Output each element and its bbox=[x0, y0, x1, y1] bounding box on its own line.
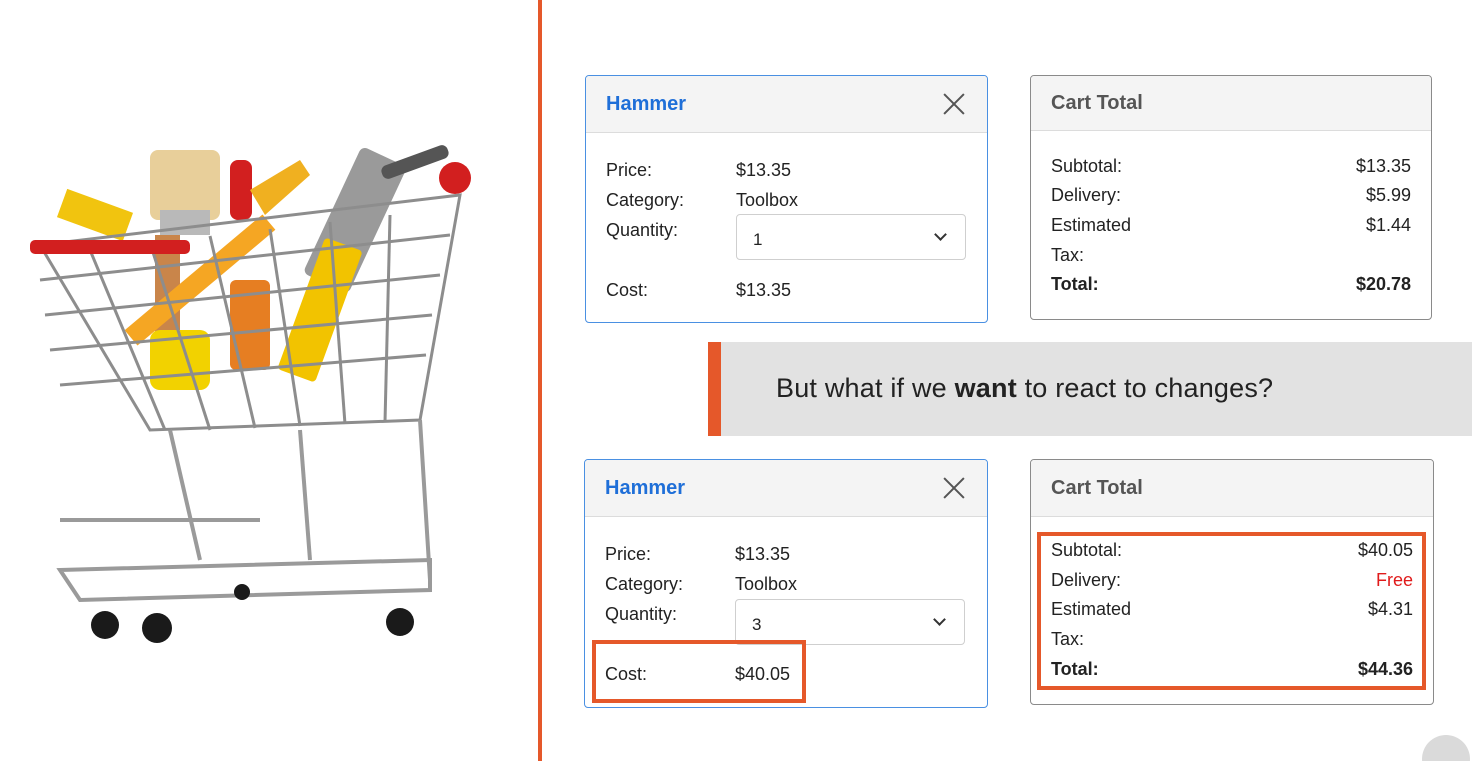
tax-row: Estimated $1.44 bbox=[1051, 215, 1411, 236]
cart-handle-icon bbox=[30, 240, 190, 254]
quantity-label: Quantity: bbox=[606, 220, 679, 240]
price-label: Price: bbox=[606, 160, 653, 180]
cart-total-header: Cart Total bbox=[1031, 460, 1433, 517]
category-value: Toolbox bbox=[735, 574, 798, 594]
delivery-row: Delivery: $5.99 bbox=[1051, 185, 1411, 206]
banner-accent-bar bbox=[708, 342, 721, 436]
tools-icon bbox=[56, 145, 471, 390]
tax-value: $1.44 bbox=[1365, 215, 1411, 235]
cart-total-title: Cart Total bbox=[1051, 476, 1143, 499]
cost-highlight-box bbox=[592, 640, 806, 703]
quantity-value: 3 bbox=[752, 615, 762, 634]
tax-row-2: Tax: bbox=[1051, 245, 1411, 266]
banner-suffix: to react to changes? bbox=[1016, 373, 1274, 403]
total-value: $20.78 bbox=[1355, 274, 1411, 294]
quantity-label: Quantity: bbox=[605, 604, 678, 624]
quantity-select[interactable]: 1 bbox=[736, 214, 966, 260]
play-icon[interactable] bbox=[1422, 735, 1470, 761]
close-icon[interactable] bbox=[941, 91, 967, 117]
item-card-header: Hammer bbox=[585, 460, 987, 517]
category-label: Category: bbox=[605, 574, 684, 594]
tax-label-1: Estimated bbox=[1051, 215, 1132, 235]
subtotal-row: Subtotal: $13.35 bbox=[1051, 156, 1411, 177]
chevron-down-icon bbox=[934, 228, 947, 241]
total-label: Total: bbox=[1051, 274, 1099, 294]
item-card-before: Hammer Price: $13.35 Category: Toolbox Q… bbox=[585, 75, 988, 323]
cost-label: Cost: bbox=[606, 280, 649, 300]
delivery-label: Delivery: bbox=[1051, 185, 1122, 205]
delivery-value: $5.99 bbox=[1365, 185, 1411, 205]
item-card-header: Hammer bbox=[586, 76, 987, 133]
close-icon[interactable] bbox=[941, 475, 967, 501]
category-label: Category: bbox=[606, 190, 685, 210]
total-row: Total: $20.78 bbox=[1051, 274, 1411, 295]
item-title[interactable]: Hammer bbox=[606, 93, 686, 116]
cost-value: $13.35 bbox=[736, 280, 792, 300]
quantity-value: 1 bbox=[753, 230, 763, 249]
shopping-cart-illustration bbox=[30, 145, 471, 643]
banner-emphasis: want bbox=[954, 373, 1017, 403]
cart-frame-icon bbox=[56, 419, 432, 603]
tax-label-2: Tax: bbox=[1051, 245, 1085, 265]
cart-total-card-before: Cart Total Subtotal: $13.35 Delivery: $5… bbox=[1030, 75, 1432, 320]
banner-text: But what if we want to react to changes? bbox=[776, 373, 1273, 404]
chevron-down-icon bbox=[933, 613, 946, 626]
cart-total-header: Cart Total bbox=[1031, 76, 1431, 131]
price-label: Price: bbox=[605, 544, 652, 564]
vertical-divider bbox=[538, 0, 542, 761]
subtotal-value: $13.35 bbox=[1355, 156, 1411, 176]
price-value: $13.35 bbox=[736, 160, 792, 180]
cart-total-title: Cart Total bbox=[1051, 91, 1143, 114]
banner-prefix: But what if we bbox=[776, 373, 955, 403]
item-title[interactable]: Hammer bbox=[605, 477, 685, 500]
cart-total-highlight-box bbox=[1037, 532, 1426, 690]
subtotal-label: Subtotal: bbox=[1051, 156, 1123, 176]
quantity-select[interactable]: 3 bbox=[735, 599, 965, 645]
price-value: $13.35 bbox=[735, 544, 791, 564]
question-banner: But what if we want to react to changes? bbox=[708, 342, 1472, 436]
category-value: Toolbox bbox=[736, 190, 799, 210]
